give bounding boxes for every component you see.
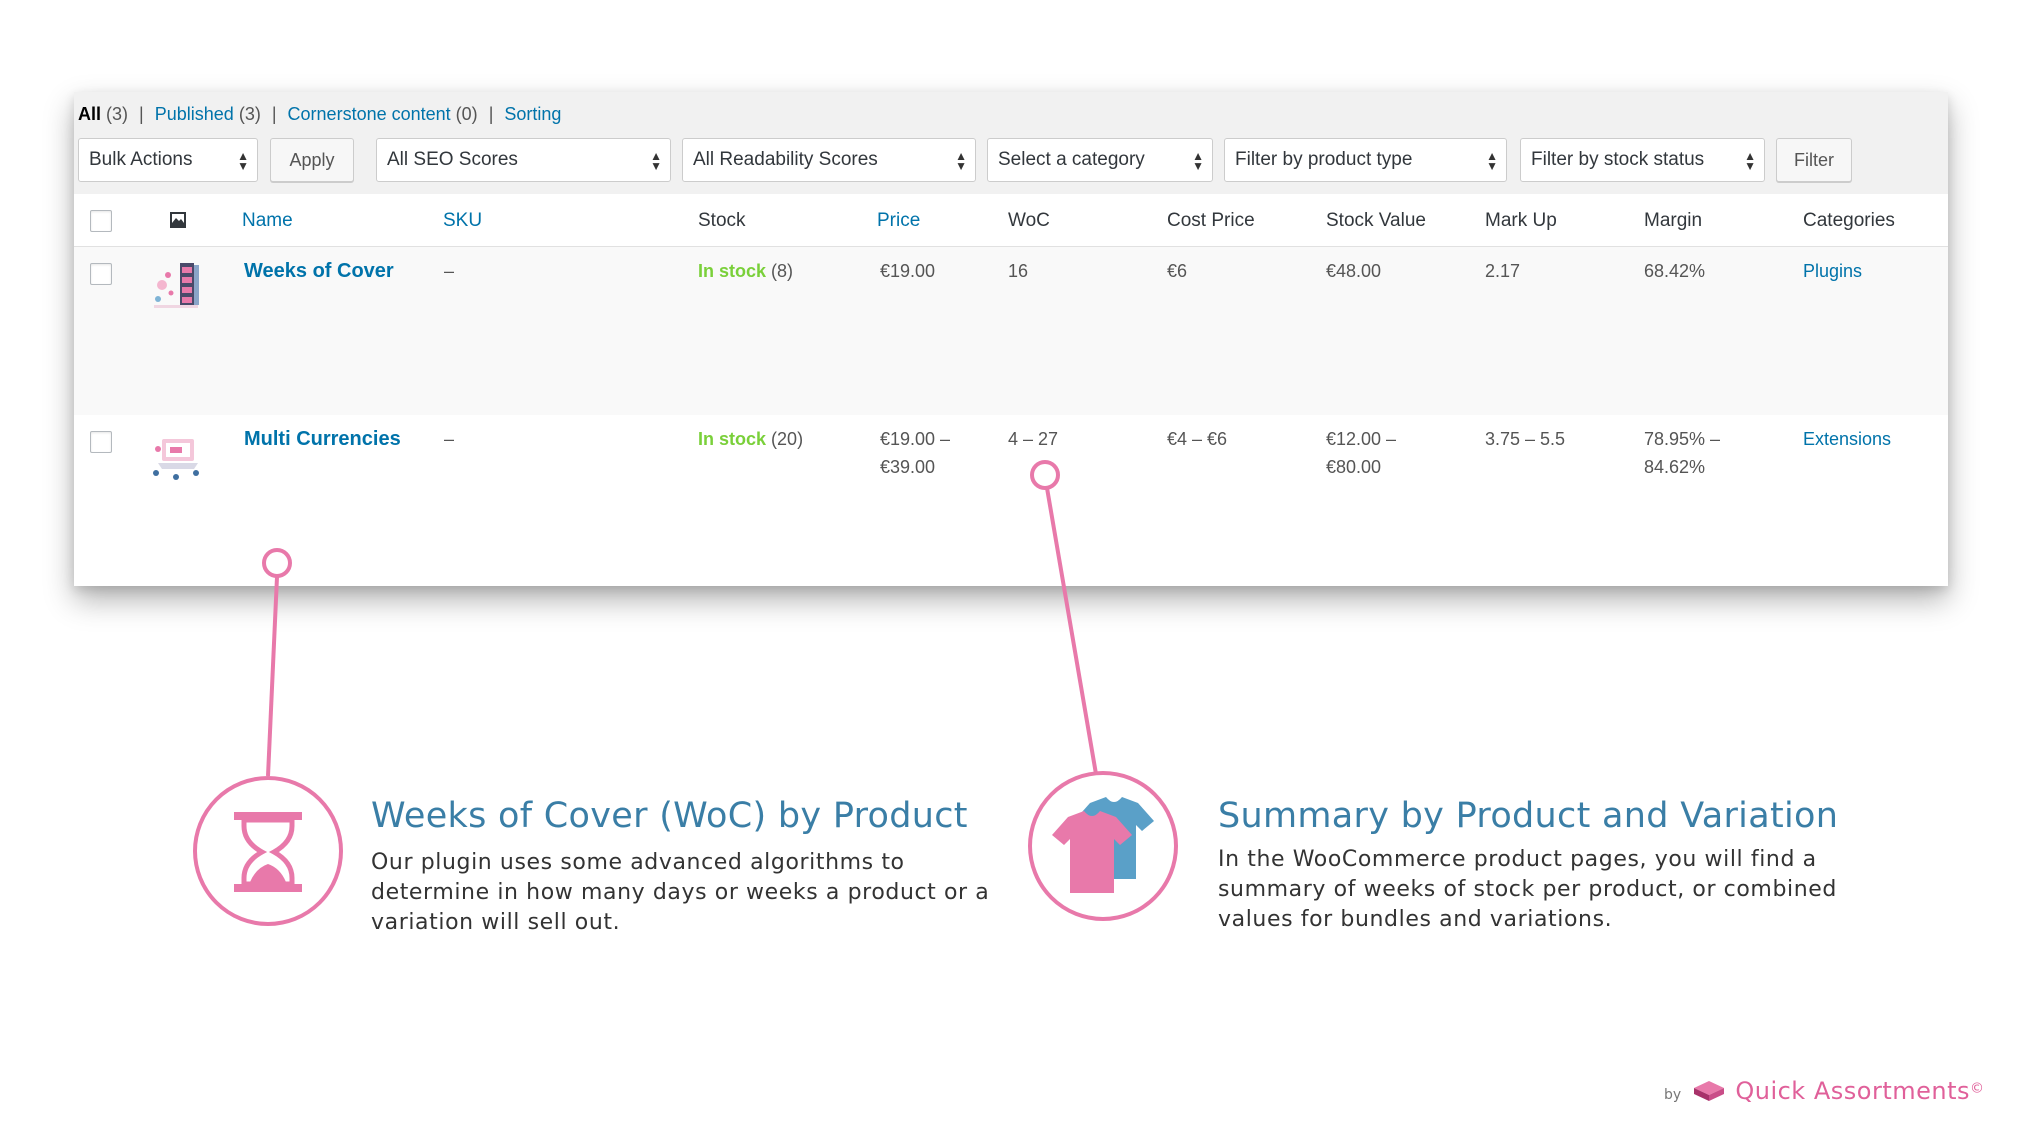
feature-woc-line: variation will sell out. [371, 910, 621, 935]
feature-summary-line: In the WooCommerce product pages, you wi… [1218, 847, 1817, 872]
feature-summary-text: In the WooCommerce product pages, you wi… [1218, 845, 1837, 935]
tshirt-badge [1028, 771, 1178, 921]
brand-logo-icon [1694, 1081, 1725, 1101]
tshirt-icon [1052, 797, 1154, 893]
brand-copyright: © [1970, 1080, 1984, 1097]
feature-summary-title: Summary by Product and Variation [1218, 796, 1839, 836]
hourglass-icon [234, 812, 302, 892]
feature-summary-line: values for bundles and variations. [1218, 907, 1613, 932]
brand-signature: by Quick Assortments© [1664, 1077, 1984, 1105]
connector-dot-right [1030, 460, 1060, 490]
hourglass-badge [193, 776, 343, 926]
callout-connectors [262, 460, 1098, 777]
feature-summary-line: summary of weeks of stock per product, o… [1218, 877, 1837, 902]
brand-by: by [1663, 1087, 1682, 1103]
connector-line-left [266, 576, 279, 777]
feature-woc-title: Weeks of Cover (WoC) by Product [371, 796, 968, 836]
connector-line-right [1045, 487, 1098, 775]
feature-woc-line: Our plugin uses some advanced algorithms… [371, 850, 905, 875]
feature-woc-text: Our plugin uses some advanced algorithms… [371, 848, 989, 938]
connector-dot-left [262, 548, 292, 578]
feature-woc-line: determine in how many days or weeks a pr… [371, 880, 990, 905]
brand-name: Quick Assortments [1735, 1077, 1970, 1105]
